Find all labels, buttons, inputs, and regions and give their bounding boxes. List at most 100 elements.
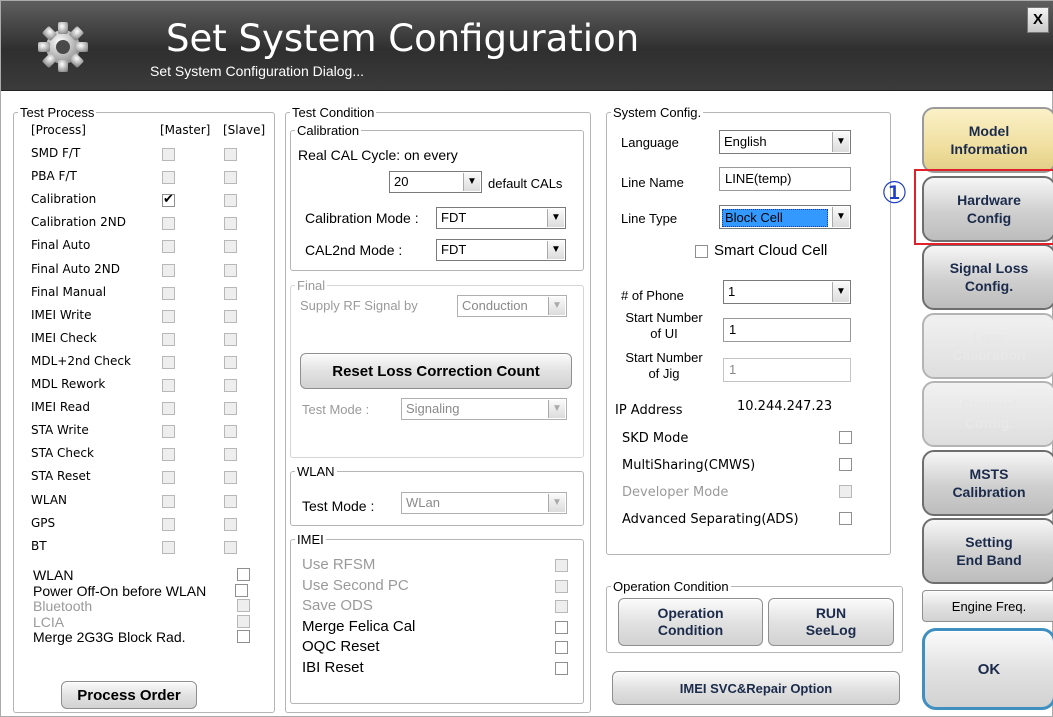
process-option-checkbox-lcia[interactable] (237, 614, 250, 628)
process-option-checkbox-bluetooth[interactable] (237, 599, 250, 612)
process-option-checkbox-merge-2g3g-block-rad[interactable] (237, 630, 250, 643)
slave-checkbox-final-manual[interactable] (224, 286, 237, 300)
master-checkbox-final-auto[interactable] (162, 240, 175, 254)
slave-checkbox-wlan[interactable] (224, 494, 237, 508)
run-seelog-button[interactable]: RUN SeeLog (768, 598, 894, 646)
master-checkbox-sta-check[interactable] (162, 448, 175, 462)
cal2nd-mode-label: CAL2nd Mode : (305, 242, 403, 258)
phone-count-select[interactable]: 1 ▼ (723, 280, 851, 304)
imei-option-label-oqc-reset: OQC Reset (302, 638, 380, 655)
slave-checkbox-sta-reset[interactable] (224, 471, 237, 485)
loss-calibration-button[interactable]: Loss Calibration (922, 312, 1053, 379)
slave-checkbox-calibration[interactable] (224, 194, 237, 208)
system-flag-checkbox-multisharing-cmws[interactable] (839, 458, 852, 471)
language-select[interactable]: English ▼ (719, 130, 851, 154)
line-type-label: Line Type (621, 211, 678, 226)
start-jig-input[interactable]: 1 (723, 358, 851, 382)
smart-cloud-cell-checkbox[interactable] (695, 245, 708, 258)
imei-option-label-save-ods: Save ODS (302, 597, 373, 614)
imei-option-checkbox-merge-felica-cal[interactable] (555, 620, 568, 634)
system-flag-checkbox-skd-mode[interactable] (839, 431, 852, 444)
master-checkbox-final-auto-2nd[interactable] (162, 263, 175, 277)
process-option-label-wlan: WLAN (33, 567, 74, 583)
supply-rf-select[interactable]: Conduction ▼ (457, 295, 567, 317)
calibration-mode-select[interactable]: FDT ▼ (436, 207, 566, 229)
model-information-button[interactable]: Model Information (922, 107, 1053, 173)
chevron-down-icon: ▼ (547, 241, 564, 259)
master-checkbox-wlan[interactable] (162, 494, 175, 508)
master-checkbox-sta-reset[interactable] (162, 471, 175, 485)
slave-checkbox-mdl-rework[interactable] (224, 379, 237, 392)
column-header-slave: [Slave] (223, 123, 266, 137)
operation-condition-button[interactable]: Operation Condition (618, 598, 763, 646)
process-option-checkbox-wlan[interactable] (237, 568, 250, 581)
supply-rf-value: Conduction (462, 298, 528, 313)
imei-option-label-ibi-reset: IBI Reset (302, 658, 364, 676)
slave-checkbox-bt[interactable] (224, 540, 237, 554)
system-flag-label-advanced-separating-ads: Advanced Separating(ADS) (622, 512, 799, 527)
slave-checkbox-sta-write[interactable] (224, 425, 237, 439)
master-checkbox-calibration-2nd[interactable] (162, 217, 175, 231)
imei-option-label-use-second-pc: Use Second PC (302, 576, 409, 594)
process-option-label-bluetooth: Bluetooth (33, 598, 93, 614)
master-checkbox-bt[interactable] (162, 540, 175, 554)
master-checkbox-calibration[interactable] (162, 192, 175, 208)
imei-option-checkbox-save-ods[interactable] (555, 600, 568, 613)
imei-option-checkbox-ibi-reset[interactable] (555, 661, 568, 675)
system-flag-checkbox-advanced-separating-ads[interactable] (839, 512, 852, 525)
language-label: Language (621, 135, 679, 150)
close-button[interactable]: X (1027, 7, 1049, 33)
master-checkbox-mdl-2nd-check[interactable] (162, 355, 175, 369)
ok-button[interactable]: OK (922, 628, 1053, 710)
master-checkbox-imei-write[interactable] (162, 309, 175, 323)
slave-checkbox-gps[interactable] (224, 517, 237, 531)
slave-checkbox-sta-check[interactable] (224, 448, 237, 462)
process-label-imei-write: IMEI Write (31, 307, 92, 322)
line-name-input[interactable]: LINE(temp) (719, 167, 851, 191)
reset-loss-correction-button[interactable]: Reset Loss Correction Count (300, 353, 572, 389)
process-order-button[interactable]: Process Order (61, 681, 197, 709)
slave-checkbox-imei-read[interactable] (224, 402, 237, 416)
engine-freq-button[interactable]: Engine Freq. (922, 590, 1053, 622)
slave-checkbox-pba-f-t[interactable] (224, 171, 237, 185)
master-checkbox-final-manual[interactable] (162, 286, 175, 300)
imei-option-checkbox-use-rfsm[interactable] (555, 559, 568, 572)
master-checkbox-mdl-rework[interactable] (162, 379, 175, 392)
start-ui-label-line1: Start Number (625, 310, 703, 325)
process-label-sta-write: STA Write (31, 423, 89, 438)
cal-cycle-select[interactable]: 20 ▼ (389, 171, 482, 193)
process-label-imei-read: IMEI Read (31, 400, 90, 415)
line-type-select[interactable]: Block Cell ▼ (719, 205, 851, 229)
msts-calibration-button[interactable]: MSTS Calibration (922, 449, 1053, 516)
start-ui-input[interactable]: 1 (723, 318, 851, 342)
slave-checkbox-final-auto-2nd[interactable] (224, 263, 237, 277)
imei-option-checkbox-use-second-pc[interactable] (555, 579, 568, 593)
slave-checkbox-final-auto[interactable] (224, 240, 237, 254)
signal-loss-config-button[interactable]: Signal Loss Config. (922, 244, 1053, 310)
imei-option-checkbox-oqc-reset[interactable] (555, 641, 568, 654)
master-checkbox-imei-check[interactable] (162, 332, 175, 346)
imei-svc-repair-button[interactable]: IMEI SVC&Repair Option (612, 671, 900, 705)
slave-checkbox-calibration-2nd[interactable] (224, 217, 237, 231)
master-checkbox-imei-read[interactable] (162, 402, 175, 416)
setting-end-band-button[interactable]: Setting End Band (922, 518, 1053, 584)
slave-checkbox-mdl-2nd-check[interactable] (224, 355, 237, 369)
process-option-checkbox-power-off-on-before-wlan[interactable] (235, 583, 248, 597)
final-test-mode-select[interactable]: Signaling ▼ (401, 398, 567, 420)
master-checkbox-gps[interactable] (162, 517, 175, 531)
slave-checkbox-imei-check[interactable] (224, 332, 237, 346)
wlan-test-mode-label: Test Mode : (302, 498, 375, 514)
cal2nd-mode-select[interactable]: FDT ▼ (436, 239, 566, 261)
wlan-test-mode-select[interactable]: WLan ▼ (401, 492, 567, 514)
master-checkbox-pba-f-t[interactable] (162, 171, 175, 185)
slave-checkbox-smd-f-t[interactable] (224, 148, 237, 161)
slave-checkbox-imei-write[interactable] (224, 309, 237, 323)
master-checkbox-smd-f-t[interactable] (162, 148, 175, 161)
window-subtitle: Set System Configuration Dialog... (150, 63, 364, 79)
channel-config-button[interactable]: Channel Config. (922, 381, 1053, 447)
system-flag-checkbox-developer-mode[interactable] (839, 485, 852, 498)
master-checkbox-sta-write[interactable] (162, 425, 175, 439)
step-marker: ① (881, 176, 908, 211)
calibration-mode-value: FDT (441, 210, 467, 225)
chevron-down-icon: ▼ (832, 282, 849, 302)
